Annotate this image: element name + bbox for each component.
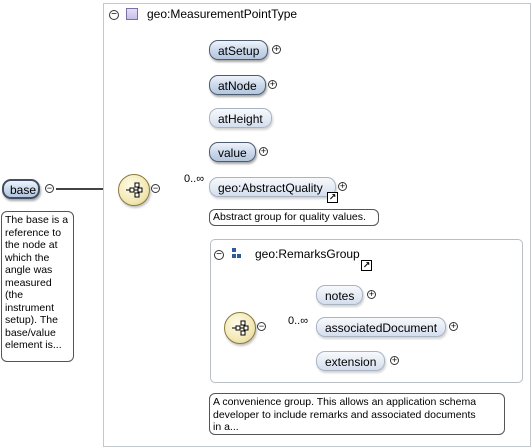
element-base-label: base	[10, 183, 37, 197]
expand-atNode-icon[interactable]: +	[268, 80, 277, 89]
expand-value-icon[interactable]: +	[259, 147, 268, 156]
element-value[interactable]: value	[209, 142, 256, 162]
element-abstract-quality[interactable]: geo:AbstractQuality	[209, 177, 336, 197]
sequence-glyph-icon	[126, 182, 143, 198]
type-panel-title: geo:MeasurementPointType	[147, 7, 298, 21]
remarks-sequence-icon[interactable]	[224, 312, 256, 344]
sequence-compositor-icon[interactable]	[118, 174, 150, 206]
base-annotation-line: element is...	[5, 339, 62, 351]
remarks-group-link-icon[interactable]: ↗	[361, 260, 372, 271]
collapse-sequence-icon[interactable]: −	[151, 184, 160, 193]
expand-atSetup-icon[interactable]: +	[272, 45, 281, 54]
group-icon	[231, 248, 243, 260]
expand-extension-icon[interactable]: +	[390, 356, 399, 365]
element-atSetup[interactable]: atSetup	[209, 40, 269, 60]
base-annotation-line: instrument	[5, 301, 55, 314]
element-extension-label: extension	[325, 355, 377, 369]
collapse-base-icon[interactable]: −	[45, 184, 54, 193]
base-annotation-line: measured	[5, 276, 52, 289]
element-abstract-quality-label: geo:AbstractQuality	[218, 181, 323, 195]
remarks-multiplicity: 0..∞	[288, 315, 309, 327]
remarks-annotation-line: in a...	[213, 421, 239, 433]
element-associated-document[interactable]: associatedDocument	[316, 317, 447, 337]
element-base[interactable]: base	[2, 179, 40, 199]
element-notes[interactable]: notes	[316, 285, 364, 305]
base-annotation-line: angle was	[5, 264, 53, 276]
collapse-remarks-sequence-icon[interactable]: −	[257, 322, 266, 331]
element-extension[interactable]: extension	[316, 351, 386, 371]
base-annotation-line: which the	[5, 251, 50, 264]
expand-notes-icon[interactable]: +	[367, 290, 376, 299]
base-annotation-line: (the	[5, 289, 24, 301]
element-atSetup-label: atSetup	[218, 44, 260, 58]
abstract-quality-annotation-text: Abstract group for quality values.	[213, 211, 366, 223]
remarks-annotation-line: developer to include remarks and associa…	[213, 408, 476, 421]
base-annotation-line: the node at	[5, 239, 58, 251]
element-atHeight[interactable]: atHeight	[209, 108, 272, 128]
complex-type-icon	[126, 8, 138, 20]
reference-link-icon[interactable]: ↗	[327, 192, 338, 203]
base-annotation-line: base/value	[5, 326, 56, 339]
element-notes-label: notes	[325, 289, 355, 303]
element-atNode[interactable]: atNode	[209, 75, 266, 95]
element-atHeight-label: atHeight	[218, 112, 263, 126]
remarks-group-title: geo:RemarksGroup	[255, 247, 360, 261]
base-annotation-line: The base is a	[5, 214, 69, 226]
expand-abstract-quality-icon[interactable]: +	[338, 182, 347, 191]
expand-associated-document-icon[interactable]: +	[449, 322, 458, 331]
base-annotation: The base is a reference to the node at whic…	[1, 211, 74, 362]
collapse-type-icon[interactable]: −	[109, 10, 119, 20]
remarks-sequence-glyph-icon	[232, 320, 249, 336]
abstract-quality-annotation: Abstract group for quality values.	[209, 209, 379, 226]
remarks-annotation: A convenience group. This allows an appl…	[209, 393, 505, 435]
element-value-label: value	[218, 146, 247, 160]
remarks-annotation-line: A convenience group. This allows an appl…	[213, 396, 477, 408]
element-associated-document-label: associatedDocument	[325, 321, 438, 335]
abstract-quality-multiplicity: 0..∞	[184, 173, 205, 185]
element-atNode-label: atNode	[218, 79, 257, 93]
base-annotation-line: reference to	[5, 226, 62, 239]
base-annotation-line: setup). The	[5, 314, 58, 326]
collapse-remarks-group-icon[interactable]: −	[214, 250, 224, 260]
